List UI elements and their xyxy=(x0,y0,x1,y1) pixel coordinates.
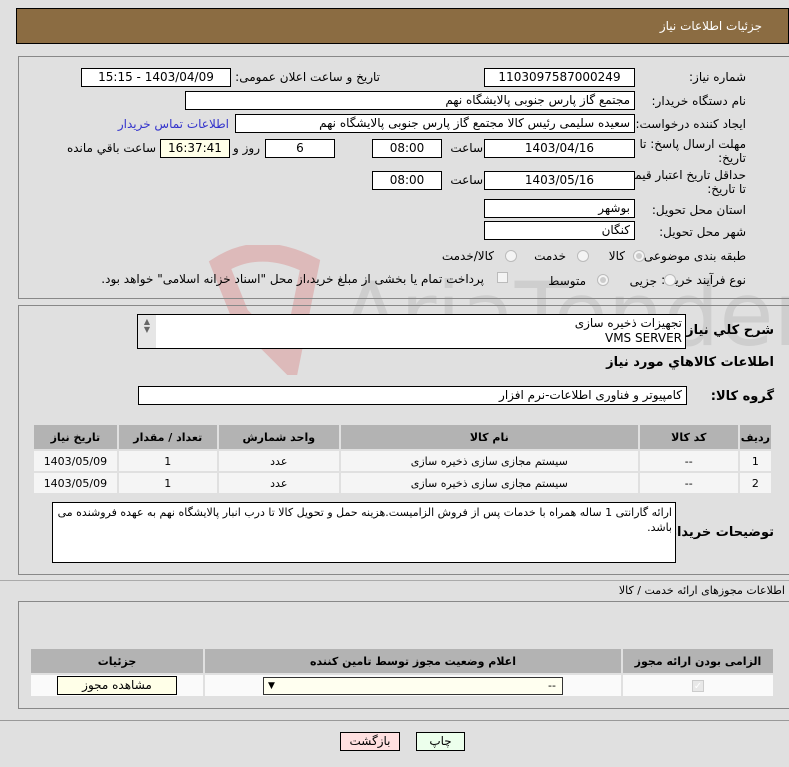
permit-status-select[interactable]: -- ▼ xyxy=(263,676,563,695)
remaining-time-field: 16:37:41 xyxy=(160,139,230,158)
textarea-scrollbar[interactable]: ▲ ▼ xyxy=(138,315,156,348)
cell-unit: عدد xyxy=(218,473,339,493)
city-label: شهر محل تحویل: xyxy=(659,225,746,239)
province-label: استان محل تحویل: xyxy=(651,203,746,217)
announce-field: 1403/04/09 - 15:15 xyxy=(81,68,231,87)
cell-code: -- xyxy=(639,451,738,471)
scroll-arrows-icon: ▲ ▼ xyxy=(143,317,151,334)
remaining-label: ساعت باقي مانده xyxy=(66,141,156,155)
permits-title: اطلاعات مجوزهای ارائه خدمت / کالا xyxy=(618,584,785,597)
category-option-service: خدمت xyxy=(534,249,566,263)
page-title: جزئیات اطلاعات نیاز xyxy=(659,19,762,33)
col-unit: واحد شمارش xyxy=(218,425,339,449)
price-time-field: 08:00 xyxy=(372,171,442,190)
cell-permit-details: مشاهده مجوز xyxy=(31,675,203,696)
treasury-payment-note: پرداخت تمام یا بخشی از مبلغ خرید،از محل … xyxy=(101,272,484,286)
category-radio-service[interactable] xyxy=(577,250,589,262)
creator-label: ایجاد کننده درخواست: xyxy=(635,117,746,131)
col-date: تاریخ نیاز xyxy=(34,425,117,449)
process-option-minor: جزیی xyxy=(629,274,657,288)
chevron-down-icon: ▼ xyxy=(268,680,275,691)
col-name: نام کالا xyxy=(340,425,638,449)
buyer-org-label: نام دستگاه خریدار: xyxy=(651,94,747,108)
category-radio-goods[interactable] xyxy=(633,250,645,262)
reply-time-label: ساعت xyxy=(450,141,483,155)
cell-date: 1403/05/09 xyxy=(34,451,117,471)
cell-permit-required: ✓ xyxy=(623,675,773,696)
table-row: 1 -- سیستم مجازی سازی ذخیره سازی عدد 1 1… xyxy=(34,451,771,471)
cell-code: -- xyxy=(639,473,738,493)
print-button[interactable]: چاپ xyxy=(416,732,465,751)
back-button[interactable]: بازگشت xyxy=(340,732,400,751)
buyer-notes-textarea[interactable]: ارائه گارانتی 1 ساله همراه با خدمات پس ا… xyxy=(52,502,676,563)
permit-status-value: -- xyxy=(548,678,556,692)
reply-time-field: 08:00 xyxy=(372,139,442,158)
goods-group-field: کامپیوتر و فناوری اطلاعات-نرم افزار xyxy=(138,386,687,405)
permits-table: الزامی بودن ارائه مجوز اعلام وضعیت مجوز … xyxy=(29,647,775,698)
price-time-label: ساعت xyxy=(450,173,483,187)
category-option-goods: کالا xyxy=(608,249,625,263)
cell-qty: 1 xyxy=(118,451,217,471)
cell-name: سیستم مجازی سازی ذخیره سازی xyxy=(340,473,638,493)
col-permit-status: اعلام وضعیت مجوز توسط تامین کننده xyxy=(205,649,621,673)
table-row: ✓ -- ▼ مشاهده مجوز xyxy=(31,675,773,696)
permit-required-checkbox[interactable]: ✓ xyxy=(692,680,704,692)
goods-table-header: ردیف کد کالا نام کالا واحد شمارش تعداد /… xyxy=(34,425,771,449)
process-radio-medium[interactable] xyxy=(597,274,609,286)
price-date-field: 1403/05/16 xyxy=(484,171,635,190)
cell-row: 1 xyxy=(739,451,771,471)
page-header: جزئیات اطلاعات نیاز xyxy=(16,8,789,44)
treasury-payment-checkbox[interactable] xyxy=(497,272,508,283)
category-option-goods-service: کالا/خدمت xyxy=(441,249,494,263)
col-code: کد کالا xyxy=(639,425,738,449)
col-qty: تعداد / مقدار xyxy=(118,425,217,449)
view-permit-button[interactable]: مشاهده مجوز xyxy=(57,676,177,695)
divider xyxy=(0,580,789,581)
province-field: بوشهر xyxy=(484,199,635,218)
price-validity-label: حداقل تاریخ اعتبار قیمت: تا تاریخ: xyxy=(619,168,746,196)
description-line2: VMS SERVER xyxy=(604,331,682,345)
category-label: طبقه بندی موضوعی: xyxy=(639,249,746,263)
description-label: شرح کلي نياز: xyxy=(680,323,774,338)
goods-section-title: اطلاعات کالاهاي مورد نياز xyxy=(606,355,774,370)
footer-divider xyxy=(0,720,789,721)
cell-row: 2 xyxy=(739,473,771,493)
buyer-notes-label: توضیحات خریدار: xyxy=(664,525,774,540)
days-remaining-field: 6 xyxy=(265,139,335,158)
col-row: ردیف xyxy=(739,425,771,449)
cell-date: 1403/05/09 xyxy=(34,473,117,493)
description-textarea[interactable]: ▲ ▼ تجهیزات ذخیره سازی VMS SERVER xyxy=(137,314,686,349)
cell-qty: 1 xyxy=(118,473,217,493)
need-number-label: شماره نیاز: xyxy=(689,70,746,84)
table-row: 2 -- سیستم مجازی سازی ذخیره سازی عدد 1 1… xyxy=(34,473,771,493)
col-permit-details: جزئیات xyxy=(31,649,203,673)
creator-field: سعیده سلیمی رئیس کالا مجتمع گاز پارس جنو… xyxy=(235,114,635,133)
announce-label: تاریخ و ساعت اعلان عمومی: xyxy=(235,70,380,84)
goods-table: ردیف کد کالا نام کالا واحد شمارش تعداد /… xyxy=(32,423,773,495)
buyer-org-field: مجتمع گاز پارس جنوبی پالایشگاه نهم xyxy=(185,91,635,110)
buyer-contact-link[interactable]: اطلاعات تماس خریدار xyxy=(118,117,229,131)
description-line1: تجهیزات ذخیره سازی xyxy=(574,316,682,330)
process-option-medium: متوسط xyxy=(548,274,586,288)
reply-date-field: 1403/04/16 xyxy=(484,139,635,158)
cell-name: سیستم مجازی سازی ذخیره سازی xyxy=(340,451,638,471)
days-label: روز و xyxy=(233,141,260,155)
cell-permit-status: -- ▼ xyxy=(205,675,621,696)
process-radio-minor[interactable] xyxy=(664,274,676,286)
need-number-field: 1103097587000249 xyxy=(484,68,635,87)
goods-table-wrapper: ردیف کد کالا نام کالا واحد شمارش تعداد /… xyxy=(32,423,773,495)
permits-table-wrapper: الزامی بودن ارائه مجوز اعلام وضعیت مجوز … xyxy=(29,647,775,698)
cell-unit: عدد xyxy=(218,451,339,471)
reply-deadline-label: مهلت ارسال پاسخ: تا تاریخ: xyxy=(639,137,746,165)
col-permit-required: الزامی بودن ارائه مجوز xyxy=(623,649,773,673)
category-radio-goods-service[interactable] xyxy=(505,250,517,262)
goods-group-label: گروه کالا: xyxy=(710,389,774,404)
city-field: کنگان xyxy=(484,221,635,240)
